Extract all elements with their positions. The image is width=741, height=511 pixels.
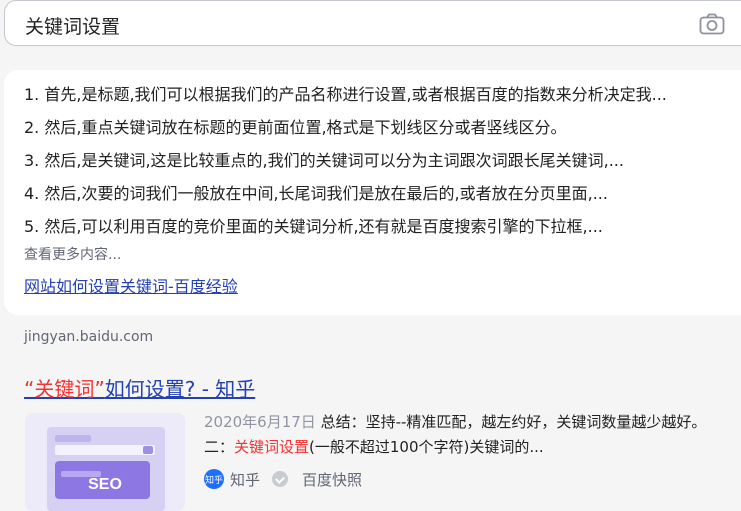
result-title-text: 如何设置? - 知乎 [104,377,256,401]
list-item: 3. 然后,是关键词,这是比较重点的,我们的关键词可以分为主词跟次词跟长尾关键词… [24,151,624,170]
search-input[interactable]: 关键词设置 [25,12,120,39]
search-bar[interactable]: 关键词设置 [4,0,741,46]
site-name[interactable]: 知乎 [230,469,260,490]
result-title-link[interactable]: “关键词”如何设置? - 知乎 [24,373,255,402]
camera-icon[interactable] [699,13,725,35]
result-thumbnail[interactable]: SEO [25,413,185,511]
answer-card: 1. 首先,是标题,我们可以根据我们的产品名称进行设置,或者根据百度的指数来分析… [4,70,741,315]
snippet-text-2: (一般不超过100个字符)关键词的... [309,438,544,456]
result-meta: 知乎 知乎 百度快照 [204,468,362,490]
list-item: 2. 然后,重点关键词放在标题的更前面位置,格式是下划线区分或者竖线区分。 [24,118,567,137]
verified-check-icon [272,471,289,487]
zhihu-logo-icon: 知乎 [204,469,224,489]
list-item: 4. 然后,次要的词我们一般放在中间,长尾词我们是放在最后的,或者放在分页里面,… [24,184,608,203]
cache-link[interactable]: 百度快照 [302,469,362,490]
result-date: 2020年6月17日 [204,413,316,431]
result-snippet: 2020年6月17日 总结：坚持--精准匹配，越左约好，关键词数量越少越好。二：… [204,410,724,460]
list-item: 1. 首先,是标题,我们可以根据我们的产品名称进行设置,或者根据百度的指数来分析… [24,85,667,104]
result-title-highlight: “关键词” [24,377,105,401]
see-more-link[interactable]: 查看更多内容... [24,244,121,264]
thumb-text: SEO [88,476,122,493]
list-item: 5. 然后,可以利用百度的竞价里面的关键词分析,还有就是百度搜索引擎的下拉框,.… [24,217,603,236]
answer-source-link[interactable]: 网站如何设置关键词-百度经验 [24,273,238,297]
answer-list: 1. 首先,是标题,我们可以根据我们的产品名称进行设置,或者根据百度的指数来分析… [24,78,667,243]
snippet-highlight: 关键词设置 [234,438,310,456]
seo-illustration: SEO [25,413,185,511]
source-domain: jingyan.baidu.com [24,329,154,345]
